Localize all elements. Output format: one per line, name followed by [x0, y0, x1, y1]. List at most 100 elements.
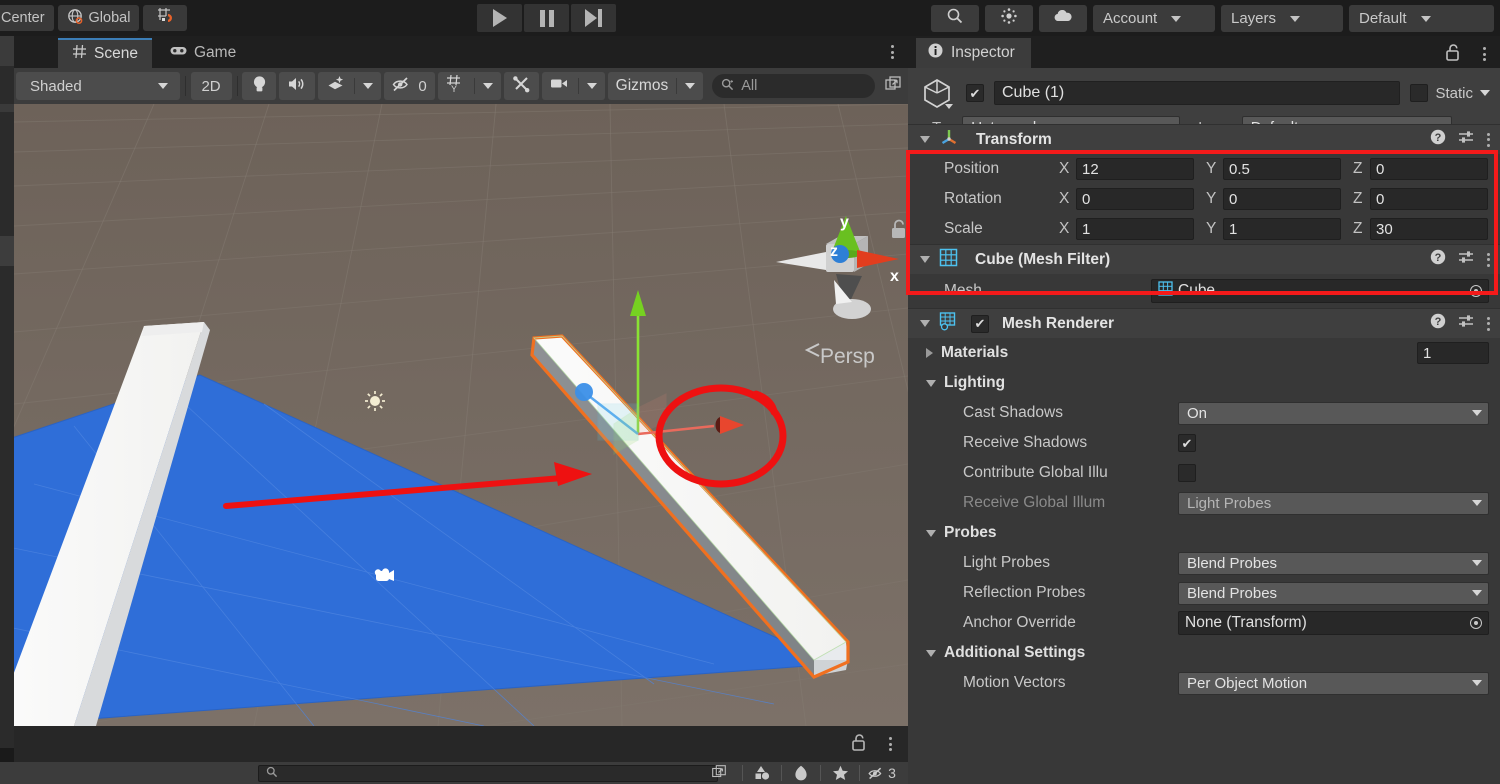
motion-vectors-dropdown[interactable]: Per Object Motion [1178, 671, 1489, 695]
materials-foldout[interactable]: Materials 1 [908, 338, 1500, 368]
status-search-expand-icon[interactable] [712, 765, 727, 784]
favorite-icon[interactable] [823, 762, 857, 784]
help-icon[interactable]: ? [1430, 313, 1446, 334]
mesh-filter-header[interactable]: Cube (Mesh Filter) ? [908, 244, 1500, 274]
rotation-z-input[interactable]: 0 [1370, 188, 1488, 210]
position-x-input[interactable]: 12 [1076, 158, 1194, 180]
layers-dropdown[interactable]: Layers [1221, 5, 1343, 32]
play-button[interactable] [477, 4, 522, 32]
global-search-button[interactable] [931, 5, 979, 32]
scene-lighting-toggle[interactable] [242, 72, 277, 100]
gizmos-dropdown[interactable] [677, 72, 703, 100]
settings-icon [1000, 7, 1018, 30]
transform-header[interactable]: Transform ? [908, 124, 1500, 154]
scene-grid-group: Y [437, 72, 501, 100]
tab-scene[interactable]: Scene [58, 38, 152, 68]
axis-y-label: Y [1206, 190, 1217, 207]
probes-foldout[interactable]: Probes [908, 518, 1500, 548]
anchor-override-field[interactable]: None (Transform) [1178, 611, 1489, 635]
step-button[interactable] [571, 4, 616, 32]
position-y-input[interactable]: 0.5 [1223, 158, 1341, 180]
status-search-input[interactable] [258, 765, 718, 782]
additional-settings-foldout[interactable]: Additional Settings [908, 638, 1500, 668]
chevron-down-icon[interactable] [1480, 90, 1490, 96]
component-menu-icon[interactable] [1487, 316, 1490, 331]
scale-y-input[interactable]: 1 [1223, 218, 1341, 240]
foldout-open-icon[interactable] [920, 256, 930, 263]
preferences-button[interactable] [985, 5, 1033, 32]
draw-mode-dropdown[interactable]: Shaded [16, 72, 180, 100]
foldout-open-icon[interactable] [920, 320, 930, 327]
tab-game[interactable]: Game [156, 38, 250, 68]
scene-grid-dropdown[interactable] [475, 72, 501, 100]
inspector-lock-icon[interactable] [1446, 44, 1460, 66]
mesh-renderer-enabled-checkbox[interactable] [971, 314, 989, 333]
preset-icon[interactable] [1458, 313, 1475, 335]
receive-shadows-checkbox[interactable] [1178, 434, 1196, 452]
mesh-renderer-header[interactable]: Mesh Renderer ? [908, 308, 1500, 338]
scene-fx-dropdown[interactable] [355, 72, 381, 100]
scene-camera-button[interactable] [542, 72, 578, 100]
scale-x-input[interactable]: 1 [1076, 218, 1194, 240]
foldout-open-icon[interactable] [926, 529, 936, 537]
scene-search-field[interactable]: All [712, 74, 875, 98]
foldout-open-icon[interactable] [926, 649, 936, 657]
rotation-x-input[interactable]: 0 [1076, 188, 1194, 210]
static-checkbox[interactable] [1410, 84, 1429, 102]
light-probes-dropdown[interactable]: Blend Probes [1178, 551, 1489, 575]
foldout-closed-icon[interactable] [926, 348, 933, 358]
cast-shadows-dropdown[interactable]: On [1178, 401, 1489, 425]
position-y-value: 0.5 [1229, 160, 1250, 178]
scene-viewport[interactable]: y z x Persp [14, 104, 908, 726]
scene-panel-menu-button[interactable] [891, 45, 894, 59]
layout-dropdown[interactable]: Default [1349, 5, 1494, 32]
preset-icon[interactable] [1458, 249, 1475, 271]
scene-camera-dropdown[interactable] [579, 72, 605, 100]
gameobject-name-input[interactable]: Cube (1) [994, 81, 1401, 105]
help-icon[interactable]: ? [1430, 249, 1446, 270]
contribute-gi-checkbox[interactable] [1178, 464, 1196, 482]
status-hidden-objects[interactable]: 3 [862, 762, 902, 784]
gameobject-enabled-checkbox[interactable] [966, 84, 984, 102]
foldout-open-icon[interactable] [926, 379, 936, 387]
grid-snap-button[interactable] [143, 5, 188, 31]
scene-bottom-menu-icon[interactable] [889, 737, 892, 751]
lighting-label: Lighting [944, 374, 1006, 391]
object-picker-icon[interactable] [1466, 614, 1486, 632]
scene-tools-icon[interactable] [745, 762, 779, 784]
component-menu-icon[interactable] [1487, 132, 1490, 147]
handle-space-button[interactable]: Global [57, 5, 140, 31]
account-label: Account [1103, 10, 1158, 27]
account-dropdown[interactable]: Account [1093, 5, 1215, 32]
component-tools-button[interactable] [503, 72, 539, 100]
tab-inspector[interactable]: Inspector [916, 38, 1031, 68]
toggle-2d-button[interactable]: 2D [190, 72, 232, 100]
object-picker-icon[interactable] [1466, 282, 1486, 300]
materials-count-input[interactable]: 1 [1417, 342, 1489, 364]
foldout-open-icon[interactable] [920, 136, 930, 143]
help-icon[interactable]: ? [1430, 129, 1446, 150]
component-menu-icon[interactable] [1487, 252, 1490, 267]
status-bar-icons: 3 [742, 762, 902, 784]
scene-search-expand-button[interactable] [878, 72, 908, 100]
scene-fx-toggle[interactable] [318, 72, 354, 100]
scene-visibility-toggle[interactable]: 0 [384, 72, 435, 100]
preset-icon[interactable] [1458, 129, 1475, 151]
position-z-input[interactable]: 0 [1370, 158, 1488, 180]
pause-button[interactable] [524, 4, 569, 32]
gizmos-toggle[interactable]: Gizmos [608, 72, 677, 100]
lighting-foldout[interactable]: Lighting [908, 368, 1500, 398]
scene-lock-icon[interactable] [852, 734, 866, 756]
cloud-services-button[interactable] [1039, 5, 1087, 32]
mesh-renderer-icon [939, 311, 958, 336]
mesh-object-field[interactable]: Cube [1151, 279, 1489, 303]
reflection-probes-dropdown[interactable]: Blend Probes [1178, 581, 1489, 605]
rotation-y-input[interactable]: 0 [1223, 188, 1341, 210]
scene-audio-toggle[interactable] [279, 72, 316, 100]
scale-z-input[interactable]: 30 [1370, 218, 1488, 240]
scene-grid-toggle[interactable]: Y [438, 72, 474, 100]
pivot-mode-button[interactable]: Center [0, 5, 54, 31]
inspector-menu-icon[interactable] [1483, 47, 1486, 61]
tag-icon[interactable] [784, 762, 818, 784]
gameobject-icon-button[interactable] [918, 76, 956, 110]
